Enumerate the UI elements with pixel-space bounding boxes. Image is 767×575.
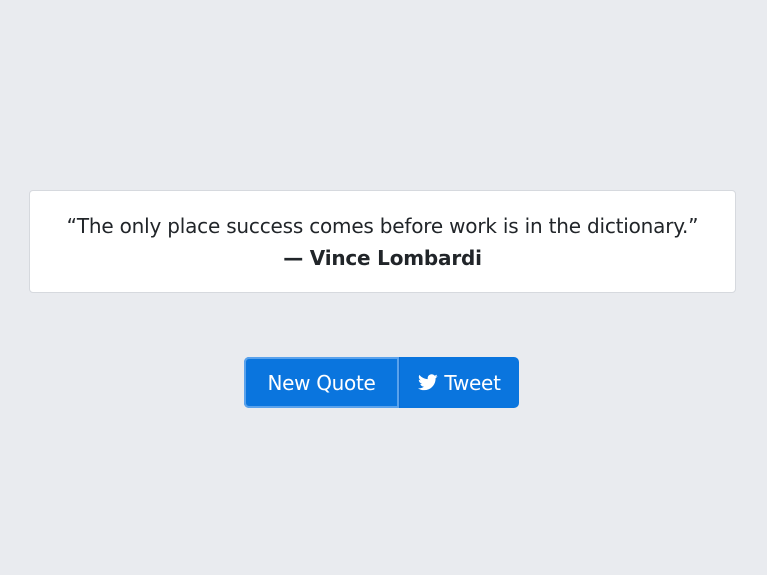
quote-author: — Vince Lombardi bbox=[283, 246, 482, 270]
button-group: New Quote Tweet bbox=[244, 357, 519, 408]
tweet-label: Tweet bbox=[444, 370, 501, 395]
quote-text: “The only place success comes before wor… bbox=[66, 214, 699, 238]
new-quote-button[interactable]: New Quote bbox=[244, 357, 399, 408]
twitter-icon bbox=[418, 374, 439, 391]
tweet-button[interactable]: Tweet bbox=[399, 357, 519, 408]
quote-card: “The only place success comes before wor… bbox=[29, 190, 736, 293]
new-quote-label: New Quote bbox=[267, 370, 376, 395]
